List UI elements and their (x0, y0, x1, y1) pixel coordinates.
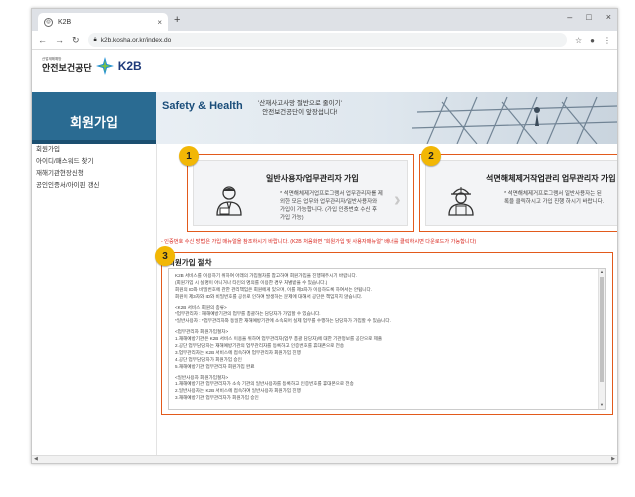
desc-line: 가입이 가능합니다. (가입 인증번호 수신 후 (280, 206, 378, 213)
step-badge: 2 (421, 146, 441, 166)
scroll-left-icon[interactable]: ◀ (34, 456, 38, 462)
proc-line: 1.재해예방기관은 K2B 서비스 이용을 위하여 업무관리자(업무 총괄 담당… (175, 336, 383, 342)
sidebar-item-signup[interactable]: 회원가입 (32, 144, 156, 156)
procedure-text-box[interactable]: K2B 서비스를 이용하기 위하여 아래의 가입절차를 참고하여 회원가입을 진… (168, 268, 606, 410)
proc-line: 3.재해예방기관 업무관리자가 회원가입 승인 (175, 395, 259, 401)
forward-icon[interactable]: → (55, 35, 64, 45)
url-text: k2b.kosha.or.kr/index.do (100, 36, 172, 44)
reload-icon[interactable]: ↻ (72, 35, 80, 46)
desc-line: 외한 모든 업무와 업무관리자/일반사용자와 (280, 198, 378, 205)
card-inner: 일반사용자/업무관리자 가입 * 석면해체제거업프로그램서 업무관리자를 제 외… (193, 160, 408, 226)
new-tab-button[interactable]: + (174, 14, 180, 26)
card-description: * 석면해체제거프로그램서 일반사용자는 된 록을 클릭하시고 가입 진행 하시… (504, 191, 604, 207)
cert-notice: - 인증번호 수신 방법은 가입 매뉴얼을 참조하시기 바랍니다. (K2B 처… (161, 239, 477, 245)
maximize-button[interactable]: □ (586, 12, 591, 22)
site-header: 산업재해예방 안전보건공단 K2B (32, 50, 617, 92)
proc-line: K2B 서비스를 이용하기 위하여 아래의 가입절차를 참고하여 회원가입을 진… (175, 273, 358, 278)
tab-close-icon[interactable]: × (157, 18, 162, 27)
card-inner: 석면해체제거작업관리 업무관리자 가입 * 석면해체제거프로그램서 일반사용자는… (425, 160, 617, 226)
sidebar-item-find-account[interactable]: 아이디/패스워드 찾기 (32, 156, 156, 168)
banner-headline: Safety & Health (162, 100, 243, 112)
proc-line: *일반사용자 : *업무관리자와 동일한 재해예방기관에 소속되어 실제 업무를… (175, 318, 391, 324)
proc-line: 회원의 ID와 비밀번호에 관한 관리책임은 회원에게 있으며, 이를 제3자가… (175, 286, 373, 292)
scroll-right-icon[interactable]: ▶ (611, 456, 615, 462)
procedure-text: K2B 서비스를 이용하기 위하여 아래의 가입절차를 참고하여 회원가입을 진… (175, 273, 595, 402)
proc-line: 5.재해예방기관 업무관리자 회원가입 완료 (175, 363, 255, 369)
card-title: 일반사용자/업무관리자 가입 (266, 174, 359, 183)
site-logo[interactable]: 산업재해예방 안전보건공단 K2B (42, 56, 142, 76)
signup-procedure-panel: 회원가입 절차 K2B 서비스를 이용하기 위하여 아래의 가입절차를 참고하여… (161, 252, 613, 415)
browser-window: ◎ K2B × + – □ × ← → ↻ 🔒︎ k2b.kosha.or.kr… (31, 8, 618, 464)
step-badge: 3 (155, 246, 175, 266)
hardhat-worker-icon (448, 187, 474, 216)
tab-title: K2B (58, 18, 72, 26)
general-user-signup-card[interactable]: 일반사용자/업무관리자 가입 * 석면해체제거업프로그램서 업무관리자를 제 외… (187, 154, 414, 232)
scroll-thumb[interactable] (600, 277, 604, 382)
minimize-button[interactable]: – (567, 12, 572, 22)
slogan-line-1: '산재사고사망 절반으로 줄이기' (258, 100, 342, 107)
asbestos-admin-signup-card[interactable]: 석면해체제거작업관리 업무관리자 가입 * 석면해체제거프로그램서 일반사용자는… (419, 154, 617, 232)
sidebar-item-agency-site[interactable]: 재해기관현장신청 (32, 168, 156, 180)
sidebar-item-cert-renew[interactable]: 공인인증서/아이핀 갱신 (32, 180, 156, 192)
office-worker-icon (216, 186, 242, 216)
close-window-button[interactable]: × (606, 12, 611, 22)
lock-icon: 🔒︎ (93, 36, 97, 43)
proc-line: (회원가입 시 실명이 아니거나 타인의 명의를 이용한 경우 처벌받을 수 있… (175, 279, 328, 285)
card-description: * 석면해체제거업프로그램서 업무관리자를 제 외한 모든 업무와 업무관리자/… (280, 191, 383, 223)
proc-line: 3.업무관리자는 K2B 서비스에 접속하여 업무관리자 회원가입 진행 (175, 349, 301, 355)
back-icon[interactable]: ← (38, 35, 47, 45)
globe-icon: ◎ (44, 17, 53, 27)
banner: 회원가입 Safety & Health '산재사고사망 절반으로 줄이기' 안… (32, 92, 617, 144)
star-icon[interactable]: ☆ (575, 36, 582, 45)
slogan-line-2: 안전보건공단이 앞장섭니다! (262, 108, 338, 116)
main-content: 일반사용자/업무관리자 가입 * 석면해체제거업프로그램서 업무관리자를 제 외… (155, 144, 617, 463)
window-controls: – □ × (567, 12, 611, 22)
step-badge: 1 (179, 146, 199, 166)
browser-tab[interactable]: ◎ K2B × (38, 13, 168, 31)
scroll-up-icon[interactable]: ▲ (599, 269, 605, 276)
page: 산업재해예방 안전보건공단 K2B 회원가입 Safety & Health '… (32, 50, 617, 463)
section-title: 회원가입 (32, 92, 156, 144)
tab-bar: ◎ K2B × + – □ × (32, 9, 617, 31)
menu-icon[interactable]: ⋮ (603, 36, 611, 45)
proc-line: 회원이 제3자와 ID와 비밀번호를 공유로 인하여 발생하는 문제에 대해서 … (175, 293, 363, 299)
profile-icon[interactable]: ● (590, 36, 595, 45)
desc-line: 록을 클릭하시고 가입 진행 하시기 바랍니다. (504, 198, 605, 205)
banner-slogan: '산재사고사망 절반으로 줄이기' 안전보건공단이 앞장섭니다! (258, 100, 342, 118)
desc-line: 가입 가능) (280, 214, 304, 221)
construction-illustration (411, 96, 617, 144)
brand-name: K2B (117, 59, 142, 73)
vertical-scrollbar[interactable]: ▲ ▼ (598, 269, 605, 409)
chevron-right-icon[interactable]: › (394, 189, 401, 212)
proc-line: 4.공단 업무담당자가 회원가입 승인 (175, 356, 242, 362)
horizontal-scrollbar[interactable]: ◀ ▶ (32, 455, 617, 463)
scroll-down-icon[interactable]: ▼ (599, 402, 605, 409)
sidebar: 회원가입 아이디/패스워드 찾기 재해기관현장신청 공인인증서/아이핀 갱신 (32, 144, 156, 463)
address-bar[interactable]: 🔒︎ k2b.kosha.or.kr/index.do (87, 33, 567, 47)
browser-toolbar: ← → ↻ 🔒︎ k2b.kosha.or.kr/index.do ☆ ● ⋮ (32, 31, 617, 50)
logo-mark-icon (95, 57, 114, 75)
desc-line: * 석면해체제거프로그램서 일반사용자는 된 (504, 191, 602, 197)
org-name: 안전보건공단 (42, 63, 92, 74)
card-title: 석면해체제거작업관리 업무관리자 가입 (486, 174, 616, 183)
proc-line: 2.공단 업무담당자는 재해예방기관의 업무관리자를 등록하고 인증번호를 휴대… (175, 343, 345, 349)
desc-line: * 석면해체제거업프로그램서 업무관리자를 제 (280, 191, 383, 197)
